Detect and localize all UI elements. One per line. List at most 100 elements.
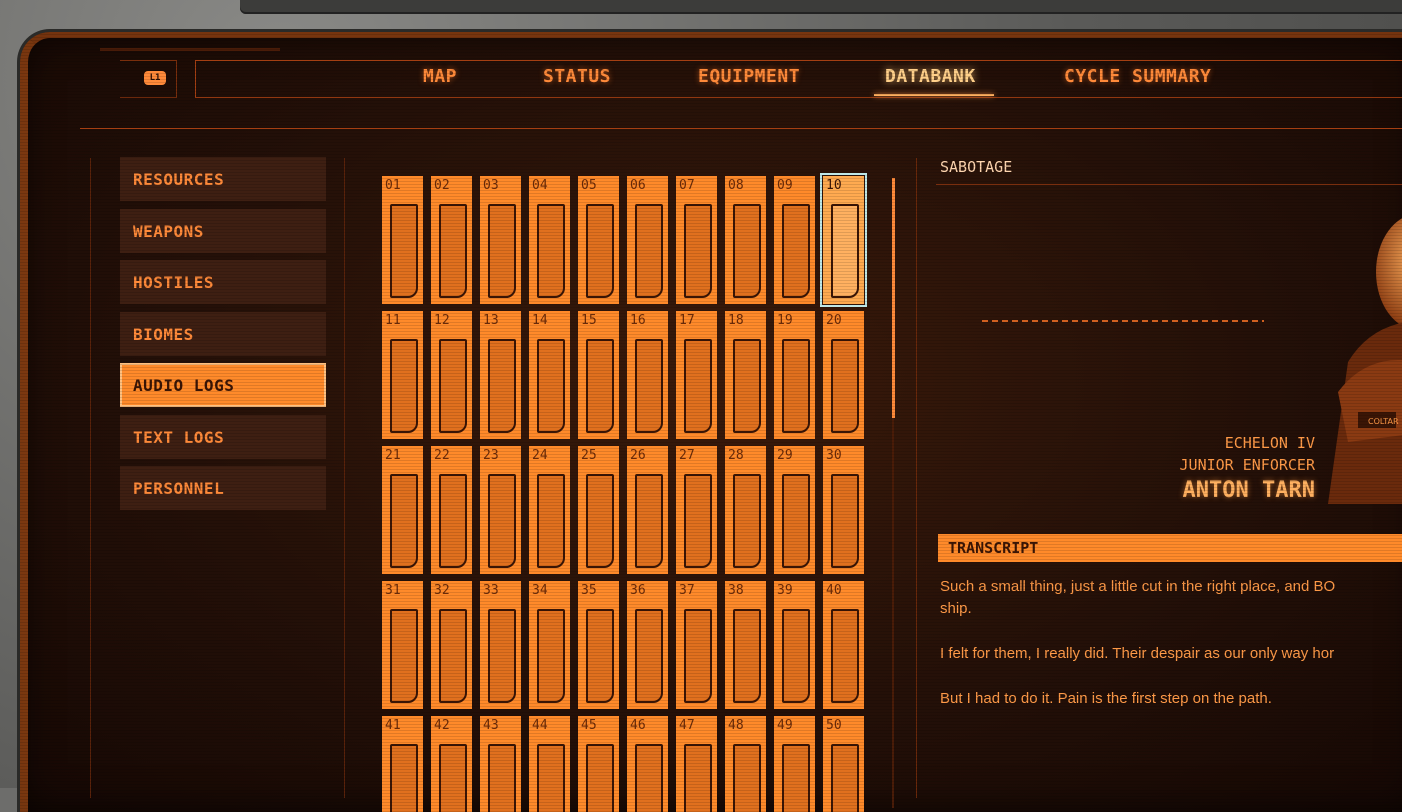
audio-log-slot[interactable]: 29 — [774, 446, 815, 574]
l1-button[interactable]: L1 — [120, 60, 177, 98]
audio-log-slot[interactable]: 24 — [529, 446, 570, 574]
slot-number: 39 — [777, 583, 793, 598]
audio-log-slot[interactable]: 16 — [627, 311, 668, 439]
audio-log-slot[interactable]: 40 — [823, 581, 864, 709]
slot-bar — [537, 474, 565, 568]
sidebar-item-personnel[interactable]: PERSONNEL — [120, 466, 326, 510]
slot-number: 08 — [728, 178, 744, 193]
audio-log-slot[interactable]: 23 — [480, 446, 521, 574]
audio-log-slot[interactable]: 20 — [823, 311, 864, 439]
audio-log-slot[interactable]: 48 — [725, 716, 766, 812]
audio-log-slot[interactable]: 41 — [382, 716, 423, 812]
slot-number: 30 — [826, 448, 842, 463]
slot-bar — [537, 204, 565, 298]
audio-log-slot[interactable]: 06 — [627, 176, 668, 304]
tab-equipment[interactable]: EQUIPMENT — [698, 66, 800, 87]
audio-log-slot[interactable]: 36 — [627, 581, 668, 709]
slot-number: 33 — [483, 583, 499, 598]
slot-number: 37 — [679, 583, 695, 598]
audio-log-slot[interactable]: 04 — [529, 176, 570, 304]
audio-log-slot[interactable]: 19 — [774, 311, 815, 439]
audio-log-slot[interactable]: 45 — [578, 716, 619, 812]
audio-log-slot[interactable]: 49 — [774, 716, 815, 812]
audio-log-grid: 01 02 03 04 05 06 07 08 09 10 11 12 13 14 15 16 17 18 19 20… — [382, 173, 872, 812]
header-divider — [80, 128, 1402, 129]
slot-number: 17 — [679, 313, 695, 328]
tab-status[interactable]: STATUS — [543, 66, 611, 87]
sidebar-edge — [344, 158, 345, 798]
l1-label: L1 — [144, 71, 166, 85]
slot-number: 04 — [532, 178, 548, 193]
sidebar-item-hostiles[interactable]: HOSTILES — [120, 260, 326, 304]
slot-bar — [586, 609, 614, 703]
audio-log-slot[interactable]: 34 — [529, 581, 570, 709]
audio-log-slot[interactable]: 12 — [431, 311, 472, 439]
audio-log-slot[interactable]: 03 — [480, 176, 521, 304]
slot-bar — [635, 609, 663, 703]
slot-number: 29 — [777, 448, 793, 463]
audio-log-slot[interactable]: 47 — [676, 716, 717, 812]
audio-log-slot[interactable]: 44 — [529, 716, 570, 812]
audio-waveform — [982, 320, 1264, 322]
audio-log-slot[interactable]: 33 — [480, 581, 521, 709]
audio-log-slot[interactable]: 11 — [382, 311, 423, 439]
audio-log-slot[interactable]: 27 — [676, 446, 717, 574]
audio-log-slot[interactable]: 25 — [578, 446, 619, 574]
audio-log-slot[interactable]: 22 — [431, 446, 472, 574]
audio-log-slot[interactable]: 38 — [725, 581, 766, 709]
sidebar-item-resources[interactable]: RESOURCES — [120, 157, 326, 201]
tab-cycle-summary[interactable]: CYCLE SUMMARY — [1064, 66, 1211, 87]
audio-log-slot[interactable]: 02 — [431, 176, 472, 304]
audio-log-slot[interactable]: 39 — [774, 581, 815, 709]
audio-log-slot[interactable]: 13 — [480, 311, 521, 439]
audio-log-slot[interactable]: 37 — [676, 581, 717, 709]
grid-scrollbar-track[interactable] — [892, 418, 894, 808]
grid-scrollbar-thumb[interactable] — [892, 178, 895, 418]
audio-log-slot[interactable]: 32 — [431, 581, 472, 709]
sidebar-item-biomes[interactable]: BIOMES — [120, 312, 326, 356]
tab-databank[interactable]: DATABANK — [885, 66, 976, 87]
slot-bar — [733, 609, 761, 703]
slot-number: 24 — [532, 448, 548, 463]
slot-bar — [782, 609, 810, 703]
slot-number: 01 — [385, 178, 401, 193]
slot-bar — [390, 744, 418, 812]
slot-bar — [390, 204, 418, 298]
audio-log-slot[interactable]: 15 — [578, 311, 619, 439]
audio-log-slot[interactable]: 05 — [578, 176, 619, 304]
slot-bar — [831, 339, 859, 433]
sidebar-item-text-logs[interactable]: TEXT LOGS — [120, 415, 326, 459]
audio-log-slot[interactable]: 21 — [382, 446, 423, 574]
audio-log-slot[interactable]: 17 — [676, 311, 717, 439]
sidebar-item-weapons[interactable]: WEAPONS — [120, 209, 326, 253]
audio-log-slot[interactable]: 18 — [725, 311, 766, 439]
tab-map[interactable]: MAP — [423, 66, 457, 87]
audio-log-slot[interactable]: 30 — [823, 446, 864, 574]
slot-number: 48 — [728, 718, 744, 733]
speaker-rank: JUNIOR ENFORCER — [1179, 456, 1315, 474]
audio-log-slot[interactable]: 28 — [725, 446, 766, 574]
audio-log-slot[interactable]: 09 — [774, 176, 815, 304]
transcript-line: Such a small thing, just a little cut in… — [940, 578, 1336, 595]
audio-log-slot[interactable]: 46 — [627, 716, 668, 812]
audio-log-slot[interactable]: 01 — [382, 176, 423, 304]
slot-bar — [488, 204, 516, 298]
audio-log-slot[interactable]: 35 — [578, 581, 619, 709]
slot-number: 27 — [679, 448, 695, 463]
slot-number: 25 — [581, 448, 597, 463]
slot-number: 46 — [630, 718, 646, 733]
audio-log-slot[interactable]: 42 — [431, 716, 472, 812]
audio-log-slot[interactable]: 14 — [529, 311, 570, 439]
panel-divider — [916, 158, 917, 798]
sidebar-item-audio-logs[interactable]: AUDIO LOGS — [120, 363, 326, 407]
audio-log-slot[interactable]: 31 — [382, 581, 423, 709]
audio-log-slot[interactable]: 43 — [480, 716, 521, 812]
slot-bar — [537, 609, 565, 703]
audio-log-slot[interactable]: 50 — [823, 716, 864, 812]
audio-log-slot[interactable]: 07 — [676, 176, 717, 304]
audio-log-slot[interactable]: 10 — [820, 173, 867, 307]
slot-number: 35 — [581, 583, 597, 598]
slot-bar — [635, 474, 663, 568]
audio-log-slot[interactable]: 26 — [627, 446, 668, 574]
audio-log-slot[interactable]: 08 — [725, 176, 766, 304]
